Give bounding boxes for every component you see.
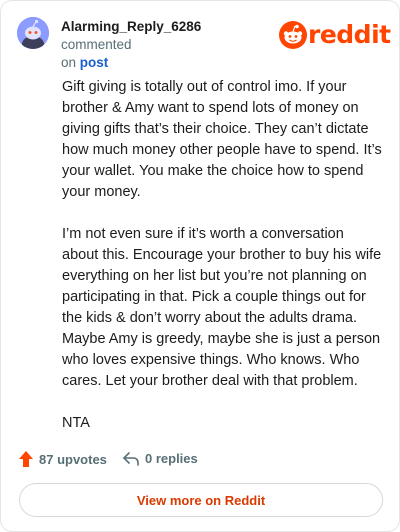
avatar[interactable]	[17, 17, 49, 49]
on-text: on	[61, 55, 77, 70]
comment-paragraph-1: Gift giving is totally out of control im…	[62, 79, 382, 200]
comment-paragraph-2: I’m not even sure if it’s worth a conver…	[62, 226, 382, 389]
upvotes-stat[interactable]: 87 upvotes	[19, 451, 107, 467]
action-text: commented	[61, 37, 132, 52]
reddit-comment-card: Alarming_Reply_6286 commented on post re…	[0, 0, 400, 532]
comment-footer: 87 upvotes 0 replies	[19, 449, 379, 471]
comment-body: Gift giving is totally out of control im…	[62, 77, 382, 455]
author-line: Alarming_Reply_6286 commented on post	[61, 18, 271, 72]
upvotes-count: 87 upvotes	[39, 451, 107, 467]
post-link[interactable]: post	[80, 55, 109, 70]
author-name[interactable]: Alarming_Reply_6286	[61, 19, 201, 34]
reddit-logo[interactable]: reddit	[279, 20, 391, 51]
upvote-arrow-icon	[19, 451, 33, 467]
reddit-wordmark: reddit	[308, 20, 391, 49]
view-more-button[interactable]: View more on Reddit	[19, 483, 383, 517]
comment-header: Alarming_Reply_6286 commented on post re…	[17, 15, 391, 70]
reply-arrow-icon	[123, 451, 139, 466]
replies-count: 0 replies	[145, 451, 198, 466]
replies-stat[interactable]: 0 replies	[123, 451, 198, 466]
snoo-avatar-icon	[17, 17, 49, 49]
reddit-snoo-icon	[279, 21, 307, 49]
comment-paragraph-3: NTA	[62, 415, 90, 431]
